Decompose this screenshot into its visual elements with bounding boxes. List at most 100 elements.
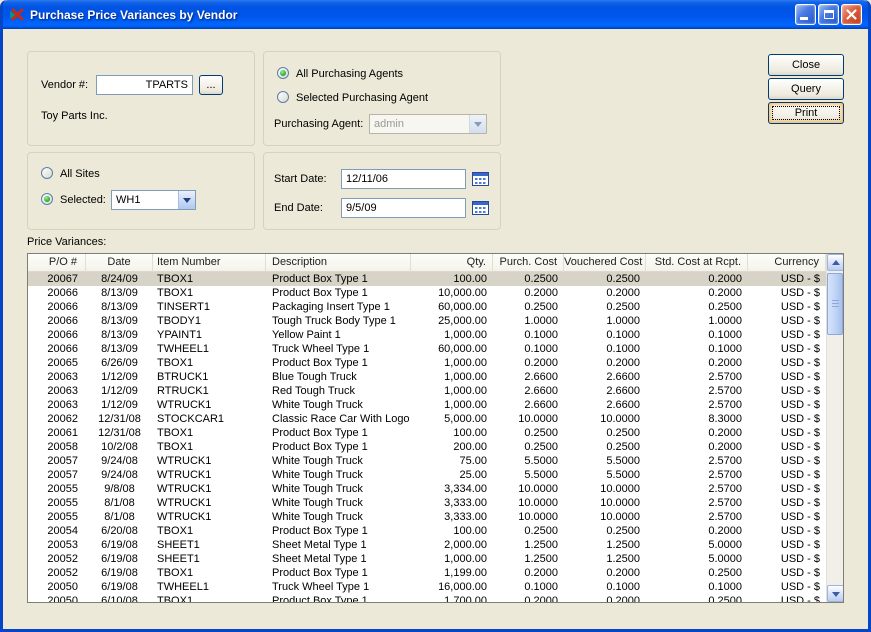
start-date-label: Start Date: — [274, 173, 327, 185]
cell-po: 20053 — [28, 538, 86, 552]
cell-vouchered-cost: 5.5000 — [564, 468, 646, 482]
cell-vouchered-cost: 0.2500 — [564, 524, 646, 538]
cell-std-cost-at-rcpt: 0.2000 — [646, 356, 748, 370]
cell-item-number: YPAINT1 — [153, 328, 266, 342]
site-value: WH1 — [112, 191, 178, 209]
cell-purch-cost: 10.0000 — [493, 412, 564, 426]
cell-currency: USD - $ — [748, 496, 826, 510]
price-variances-table: P/O #DateItem NumberDescriptionQty.Purch… — [27, 253, 844, 603]
cell-item-number: WTRUCK1 — [153, 398, 266, 412]
table-row[interactable]: 200668/13/09TINSERT1Packaging Insert Typ… — [28, 300, 826, 314]
close-icon[interactable] — [841, 4, 862, 25]
table-row[interactable]: 200579/24/08WTRUCK1White Tough Truck25.0… — [28, 468, 826, 482]
column-header-qty[interactable]: Qty. — [411, 254, 493, 272]
query-button[interactable]: Query — [768, 78, 844, 100]
cell-date: 9/24/08 — [86, 468, 153, 482]
vendor-browse-button[interactable]: ... — [199, 75, 223, 95]
all-sites-radio[interactable] — [41, 167, 53, 179]
table-row[interactable]: 200668/13/09TBOX1Product Box Type 110,00… — [28, 286, 826, 300]
vendor-number-input[interactable] — [96, 75, 193, 95]
all-purchasing-agents-label[interactable]: All Purchasing Agents — [296, 68, 403, 80]
all-sites-label[interactable]: All Sites — [60, 168, 100, 180]
table-row[interactable]: 200668/13/09YPAINT1Yellow Paint 11,000.0… — [28, 328, 826, 342]
cell-po: 20063 — [28, 398, 86, 412]
cell-item-number: SHEET1 — [153, 552, 266, 566]
cell-po: 20052 — [28, 552, 86, 566]
end-date-calendar-icon[interactable] — [470, 199, 490, 219]
cell-date: 6/26/09 — [86, 356, 153, 370]
table-row[interactable]: 200558/1/08WTRUCK1White Tough Truck3,333… — [28, 496, 826, 510]
chevron-down-icon[interactable] — [178, 191, 195, 209]
cell-po: 20062 — [28, 412, 86, 426]
end-date-input[interactable] — [341, 198, 466, 218]
cell-qty: 1,000.00 — [411, 328, 493, 342]
table-row[interactable]: 200668/13/09TBODY1Tough Truck Body Type … — [28, 314, 826, 328]
cell-description: Product Box Type 1 — [266, 594, 411, 602]
table-row[interactable]: 2006212/31/08STOCKCAR1Classic Race Car W… — [28, 412, 826, 426]
scroll-up-icon[interactable] — [827, 254, 844, 271]
table-row[interactable]: 2005810/2/08TBOX1Product Box Type 1200.0… — [28, 440, 826, 454]
column-header-item-number[interactable]: Item Number — [153, 254, 266, 272]
cell-qty: 60,000.00 — [411, 300, 493, 314]
column-header-vouchered-cost[interactable]: Vouchered Cost — [564, 254, 646, 272]
cell-purch-cost: 1.2500 — [493, 552, 564, 566]
table-row[interactable]: 200656/26/09TBOX1Product Box Type 11,000… — [28, 356, 826, 370]
column-header-description[interactable]: Description — [266, 254, 411, 272]
table-row[interactable]: 200526/19/08TBOX1Product Box Type 11,199… — [28, 566, 826, 580]
cell-currency: USD - $ — [748, 314, 826, 328]
table-row[interactable]: 200631/12/09BTRUCK1Blue Tough Truck1,000… — [28, 370, 826, 384]
selected-purchasing-agent-label[interactable]: Selected Purchasing Agent — [296, 92, 428, 104]
cell-date: 12/31/08 — [86, 426, 153, 440]
cell-purch-cost: 0.2500 — [493, 272, 564, 286]
column-header-purch-cost[interactable]: Purch. Cost — [493, 254, 564, 272]
titlebar[interactable]: Purchase Price Variances by Vendor — [3, 0, 868, 29]
cell-purch-cost: 0.1000 — [493, 580, 564, 594]
column-header-currency[interactable]: Currency — [748, 254, 826, 272]
column-header-std-cost-at-rcpt[interactable]: Std. Cost at Rcpt. — [646, 254, 748, 272]
column-header-po[interactable]: P/O # — [28, 254, 86, 272]
table-row[interactable]: 200506/19/08TWHEEL1Truck Wheel Type 116,… — [28, 580, 826, 594]
table-row[interactable]: 200631/12/09WTRUCK1White Tough Truck1,00… — [28, 398, 826, 412]
table-row[interactable]: 200536/19/08SHEET1Sheet Metal Type 12,00… — [28, 538, 826, 552]
table-row[interactable]: 200668/13/09TWHEEL1Truck Wheel Type 160,… — [28, 342, 826, 356]
site-combobox[interactable]: WH1 — [111, 190, 196, 210]
vendor-label: Vendor #: — [41, 79, 88, 91]
table-row[interactable]: 200631/12/09RTRUCK1Red Tough Truck1,000.… — [28, 384, 826, 398]
cell-vouchered-cost: 2.6600 — [564, 370, 646, 384]
close-button[interactable]: Close — [768, 54, 844, 76]
cell-description: Tough Truck Body Type 1 — [266, 314, 411, 328]
scroll-down-icon[interactable] — [827, 585, 844, 602]
column-header-date[interactable]: Date — [86, 254, 153, 272]
table-row[interactable]: 200678/24/09TBOX1Product Box Type 1100.0… — [28, 272, 826, 286]
table-row[interactable]: 200579/24/08WTRUCK1White Tough Truck75.0… — [28, 454, 826, 468]
table-row[interactable]: 200526/19/08SHEET1Sheet Metal Type 11,00… — [28, 552, 826, 566]
all-purchasing-agents-radio[interactable] — [277, 67, 289, 79]
start-date-calendar-icon[interactable] — [470, 170, 490, 190]
cell-currency: USD - $ — [748, 328, 826, 342]
table-row[interactable]: 200506/10/08TBOX1Product Box Type 11,700… — [28, 594, 826, 602]
cell-vouchered-cost: 0.1000 — [564, 342, 646, 356]
selected-site-label[interactable]: Selected: — [60, 194, 106, 206]
maximize-icon[interactable] — [818, 4, 839, 25]
table-row[interactable]: 200558/1/08WTRUCK1White Tough Truck3,333… — [28, 510, 826, 524]
minimize-icon[interactable] — [795, 4, 816, 25]
selected-purchasing-agent-radio[interactable] — [277, 91, 289, 103]
table-row[interactable]: 2006112/31/08TBOX1Product Box Type 1100.… — [28, 426, 826, 440]
scrollbar-thumb[interactable] — [827, 273, 843, 335]
cell-vouchered-cost: 0.1000 — [564, 580, 646, 594]
cell-purch-cost: 1.0000 — [493, 314, 564, 328]
cell-po: 20066 — [28, 300, 86, 314]
cell-item-number: RTRUCK1 — [153, 384, 266, 398]
cell-vouchered-cost: 0.2000 — [564, 594, 646, 602]
cell-description: Product Box Type 1 — [266, 524, 411, 538]
start-date-input[interactable] — [341, 169, 466, 189]
selected-site-radio[interactable] — [41, 193, 53, 205]
cell-po: 20050 — [28, 594, 86, 602]
vertical-scrollbar[interactable] — [826, 254, 843, 602]
table-row[interactable]: 200559/8/08WTRUCK1White Tough Truck3,334… — [28, 482, 826, 496]
cell-vouchered-cost: 0.1000 — [564, 328, 646, 342]
table-row[interactable]: 200546/20/08TBOX1Product Box Type 1100.0… — [28, 524, 826, 538]
cell-po: 20057 — [28, 468, 86, 482]
print-button[interactable]: Print — [768, 102, 844, 124]
table-header: P/O #DateItem NumberDescriptionQty.Purch… — [28, 254, 826, 272]
